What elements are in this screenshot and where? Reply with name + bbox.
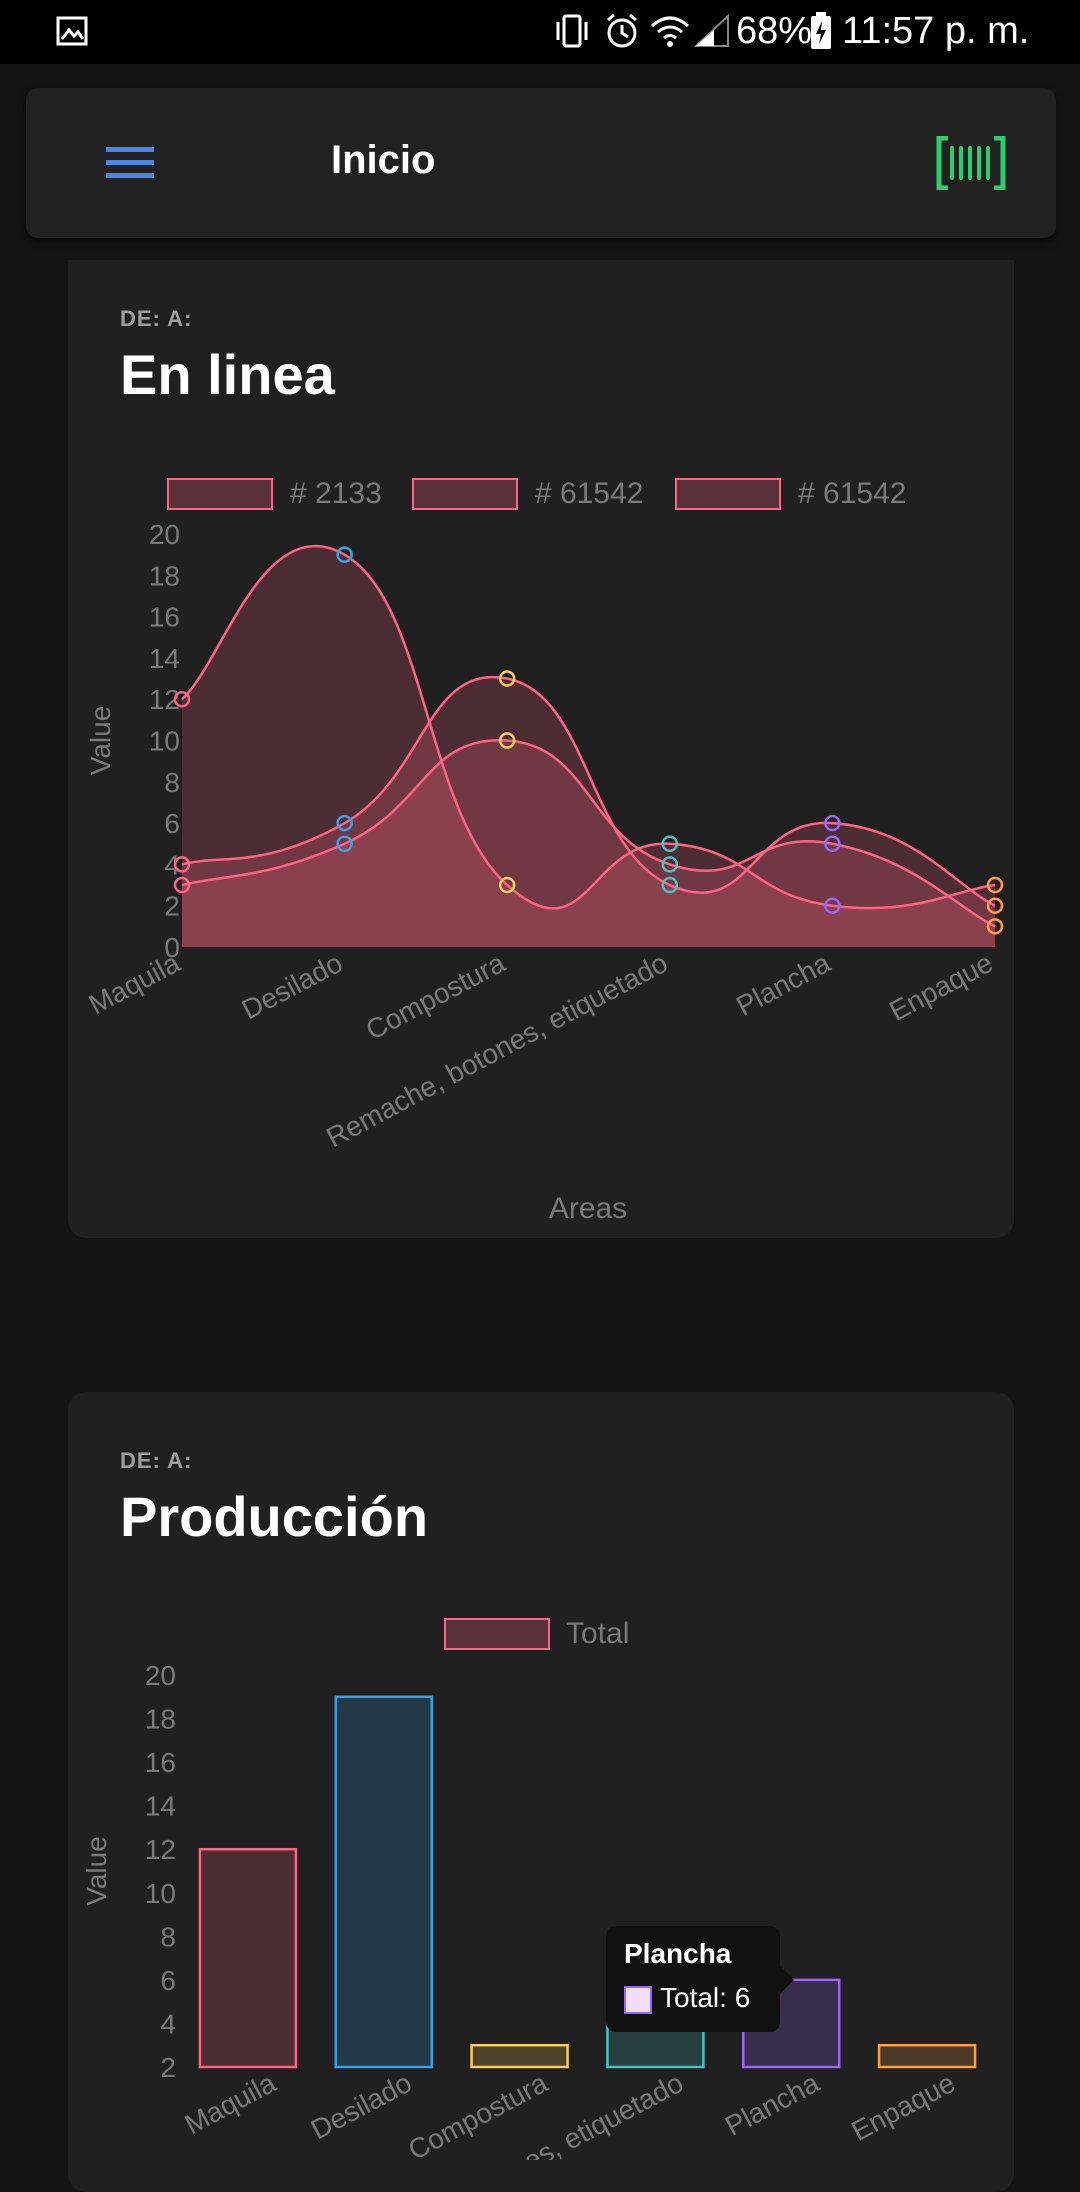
bar (334, 1695, 433, 2069)
x-tick-label: Plancha (720, 2067, 824, 2142)
y-tick-label: 18 (145, 1704, 176, 1735)
bar (877, 2043, 977, 2069)
x-tick-label: Desilado (306, 2067, 417, 2146)
y-tick-label: 8 (160, 1921, 176, 1952)
bar (198, 1847, 298, 2069)
legend-swatch (444, 1618, 550, 1650)
y-axis-label: Value (81, 1836, 112, 1906)
bar-chart: Total 20 18 16 14 12 10 8 6 4 2 Value Maquila Desilad… (81, 1617, 977, 2160)
y-tick-label: 12 (145, 1834, 176, 1865)
y-tick-label: 20 (145, 1660, 176, 1691)
x-tick-label: Enpaque (846, 2067, 960, 2147)
y-tick-label: 2 (160, 2052, 176, 2083)
tooltip-arrow (780, 1966, 794, 1994)
y-tick-label: 10 (145, 1878, 176, 1909)
chart-tooltip: Plancha Total: 6 (606, 1926, 794, 2032)
y-tick-label: 6 (160, 1965, 176, 1996)
x-tick-label: Maquila (180, 2067, 282, 2141)
tooltip-body: Total: 6 (660, 1982, 751, 2013)
legend-label: Total (566, 1617, 629, 1650)
bar (470, 2043, 569, 2069)
y-tick-label: 14 (145, 1791, 176, 1822)
y-tick-label: 4 (160, 2008, 176, 2039)
y-tick-label: 16 (145, 1747, 176, 1778)
tooltip-title: Plancha (624, 1938, 732, 1969)
tooltip-color-swatch (624, 1986, 652, 2014)
